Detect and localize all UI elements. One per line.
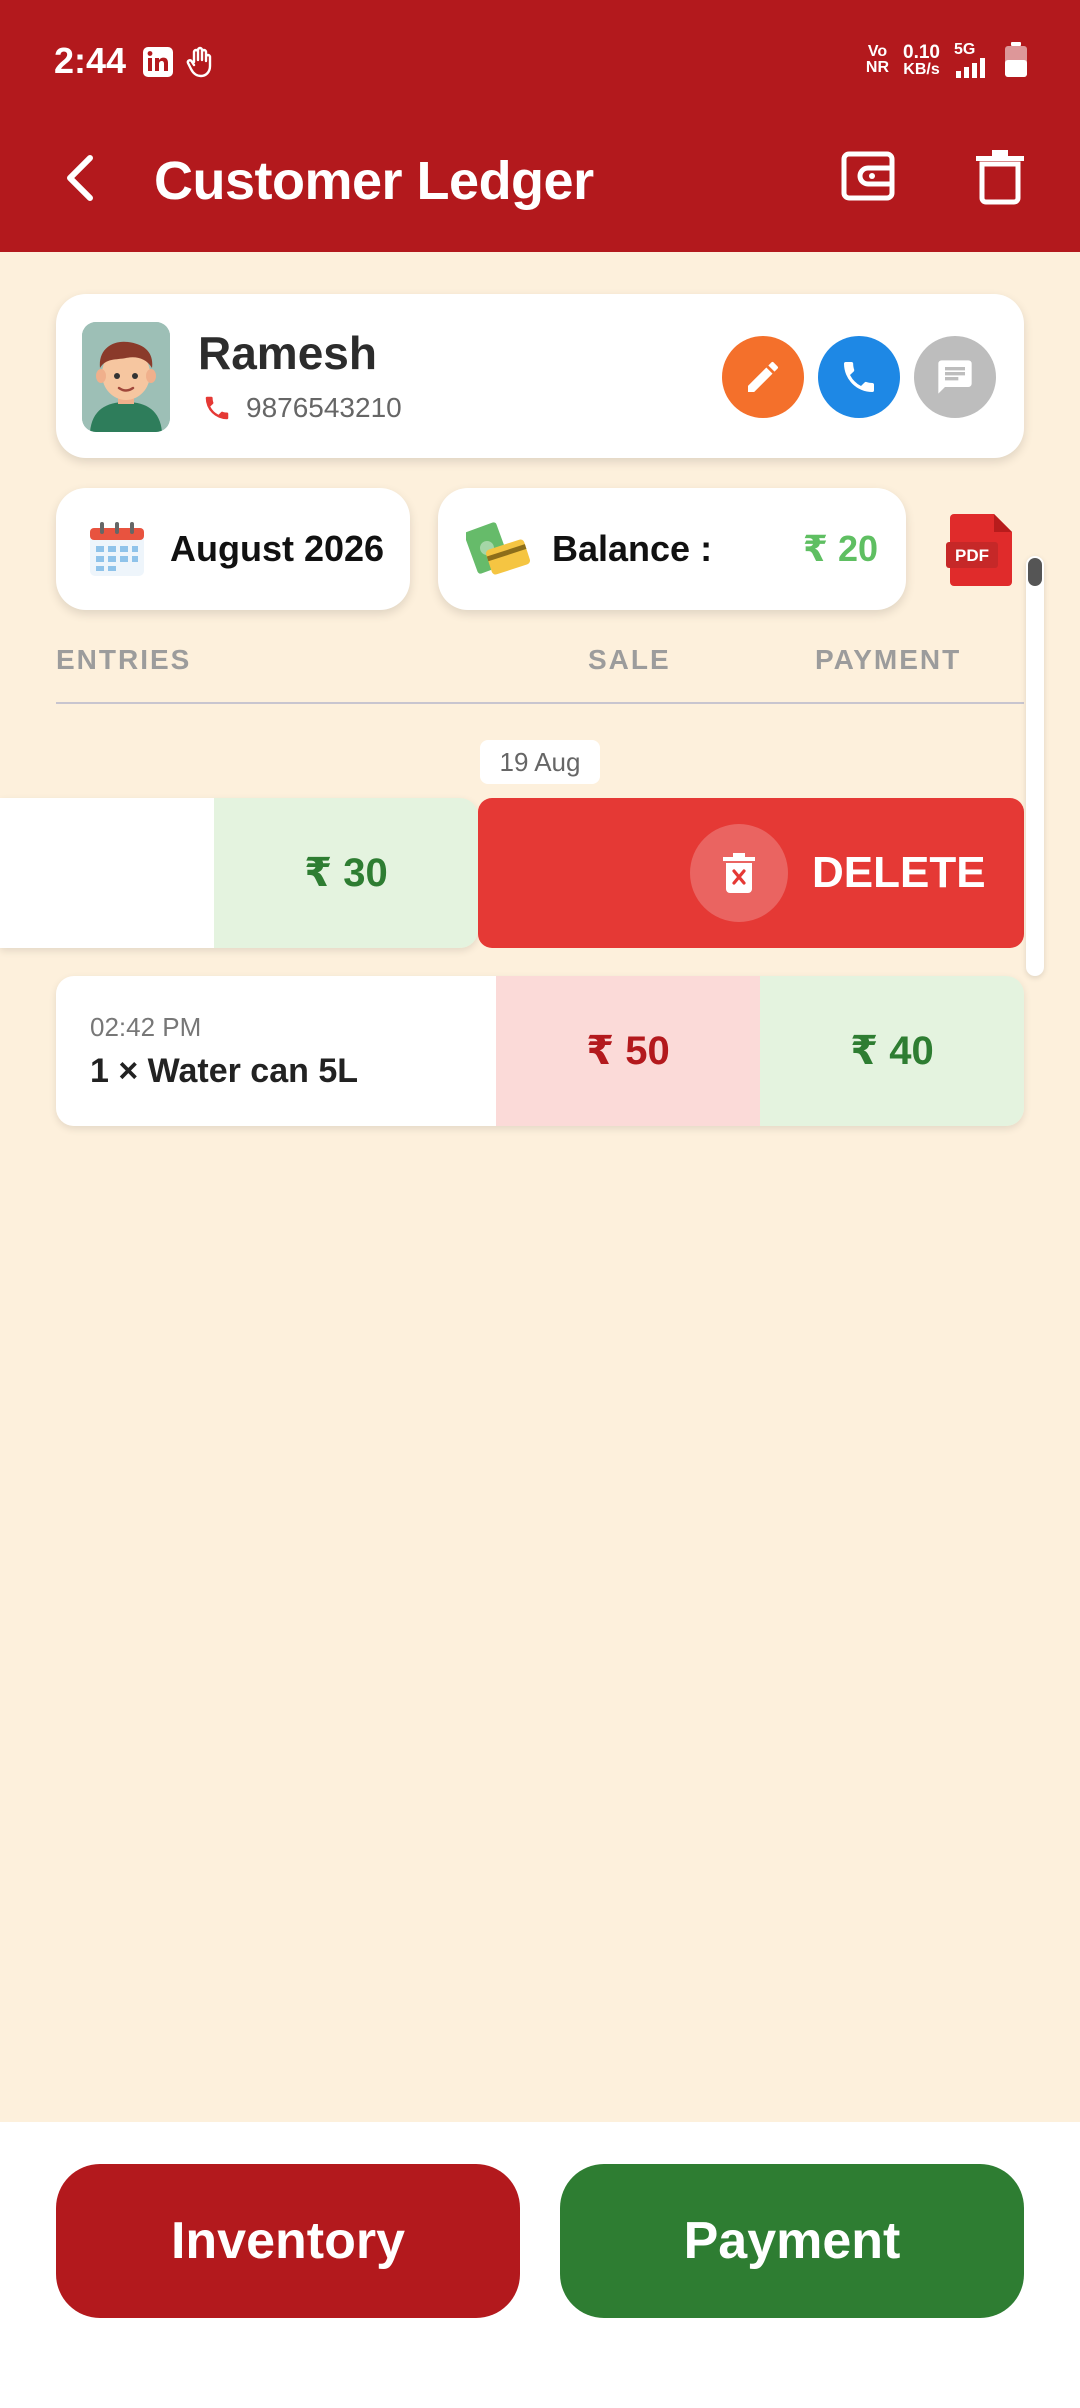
customer-phone-row: 9876543210 <box>202 392 402 424</box>
delete-label: DELETE <box>812 848 986 897</box>
header-divider <box>56 702 1024 704</box>
scrollbar[interactable] <box>1026 556 1044 976</box>
message-icon <box>938 360 972 394</box>
avatar-image <box>82 322 170 432</box>
entry-time: 02:42 PM <box>90 1012 202 1042</box>
column-payment: PAYMENT <box>815 644 962 675</box>
entry-sale: ₹ 50 <box>496 976 760 1126</box>
ledger-entry-row[interactable]: 02:42 PM 1 × Water can 5L ₹ 50 ₹ 40 <box>56 976 1024 1126</box>
column-entries: ENTRIES <box>56 644 192 675</box>
balance-label: Balance : <box>552 528 713 569</box>
money-icon <box>466 522 530 575</box>
data-speed-value: 0.10 <box>903 41 940 63</box>
page-title: Customer Ledger <box>154 151 594 211</box>
volte-indicator: Vo NR <box>866 44 889 76</box>
signal-icon <box>956 58 985 78</box>
volte-bottom-text: NR <box>865 59 890 76</box>
data-speed-unit: KB/s <box>903 60 940 78</box>
svg-text:PDF: PDF <box>955 546 989 565</box>
customer-phone: 9876543210 <box>246 392 402 423</box>
pencil-icon <box>748 362 778 392</box>
swiped-entry-payment: ₹ 30 <box>214 798 478 948</box>
swiped-entry-details <box>0 798 214 948</box>
app-bar: Customer Ledger <box>0 128 1080 252</box>
delete-icon <box>723 853 755 893</box>
battery-icon <box>1005 42 1027 77</box>
status-time: 2:44 <box>54 40 127 81</box>
date-group-label: 19 Aug <box>480 740 600 784</box>
swiped-entry-row[interactable]: ₹ 30 <box>0 798 478 948</box>
entry-details: 02:42 PM 1 × Water can 5L <box>56 976 496 1126</box>
inventory-button[interactable]: Inventory <box>56 2164 520 2318</box>
call-icon <box>844 362 874 392</box>
delete-icon-circle <box>690 824 788 922</box>
data-speed: 0.10 KB/s <box>903 43 940 78</box>
column-sale: SALE <box>588 644 671 675</box>
entry-item: 1 × Water can 5L <box>90 1052 359 1090</box>
entry-payment: ₹ 40 <box>760 976 1024 1126</box>
swipe-delete-action[interactable]: DELETE <box>478 798 1024 948</box>
status-bar: 2:44 Vo NR 0.10 KB/s 5G <box>0 0 1080 128</box>
month-label: August 2026 <box>170 528 385 569</box>
customer-name: Ramesh <box>198 327 377 379</box>
month-selector[interactable]: August 2026 <box>56 488 410 610</box>
scrollbar-thumb[interactable] <box>1028 558 1042 586</box>
balance-card: Balance : ₹ 20 <box>438 488 906 610</box>
edit-customer-button[interactable] <box>722 336 804 418</box>
wallet-icon[interactable] <box>838 144 902 208</box>
message-customer-button[interactable] <box>914 336 996 418</box>
balance-value: ₹ 20 <box>802 528 878 569</box>
volte-top-text: Vo <box>867 43 888 60</box>
trash-icon[interactable] <box>968 144 1032 208</box>
hand-icon <box>186 46 212 78</box>
payment-button[interactable]: Payment <box>560 2164 1024 2318</box>
linkedin-icon <box>143 47 173 77</box>
customer-card: Ramesh 9876543210 <box>56 294 1024 458</box>
calendar-icon <box>90 522 144 576</box>
status-indicators: Vo NR 0.10 KB/s 5G <box>866 42 1028 78</box>
signal-indicator: 5G <box>954 42 990 78</box>
phone-icon <box>205 396 229 420</box>
pdf-icon[interactable]: PDF <box>946 512 1016 586</box>
call-customer-button[interactable] <box>818 336 900 418</box>
back-arrow-icon[interactable] <box>52 148 112 208</box>
network-type: 5G <box>954 41 976 58</box>
bottom-action-bar: Inventory Payment <box>0 2122 1080 2408</box>
avatar <box>82 322 170 432</box>
